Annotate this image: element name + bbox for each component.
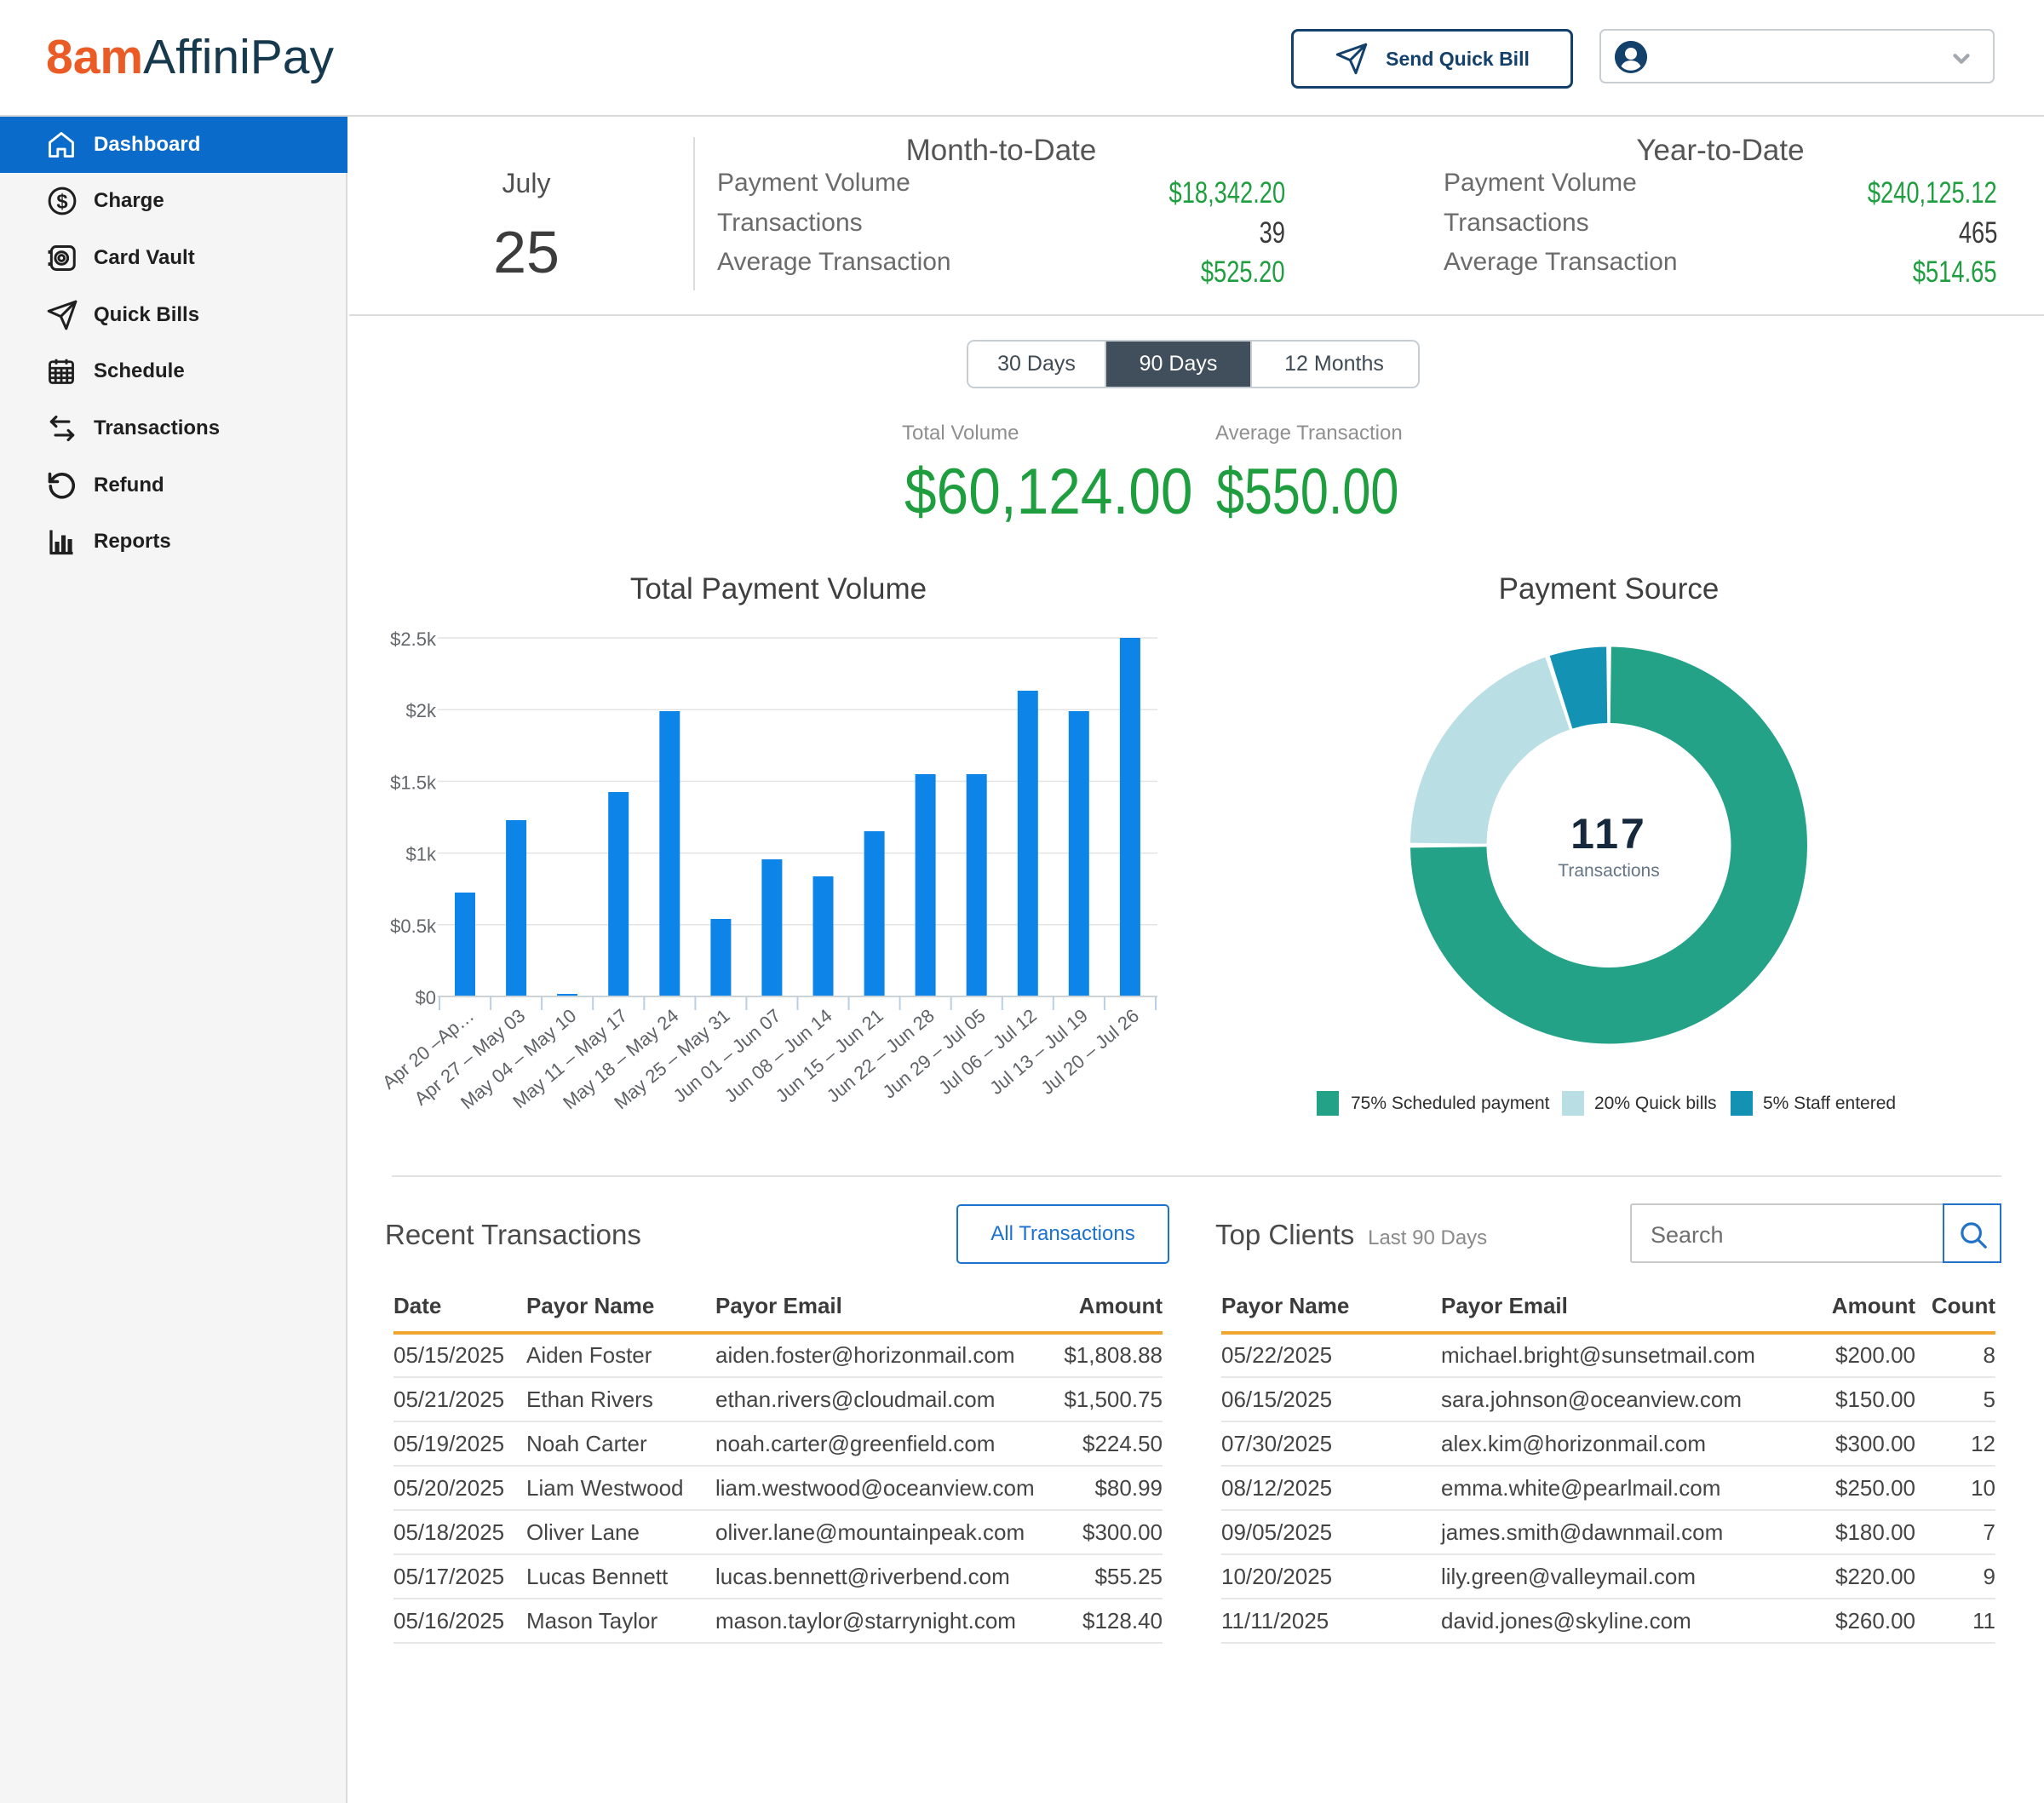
svg-text:Total Payment Volume: Total Payment Volume xyxy=(630,572,927,606)
svg-text:$1.5k: $1.5k xyxy=(390,772,437,793)
svg-text:$1k: $1k xyxy=(406,844,437,865)
svg-text:$: $ xyxy=(56,190,67,213)
svg-text:75% Scheduled payment: 75% Scheduled payment xyxy=(1351,1094,1550,1113)
svg-text:Transactions: Transactions xyxy=(1558,861,1659,881)
svg-text:$2.5k: $2.5k xyxy=(390,629,437,650)
svg-text:$2k: $2k xyxy=(406,700,437,721)
svg-text:$0.5k: $0.5k xyxy=(390,916,437,937)
svg-text:117: 117 xyxy=(1570,810,1647,858)
svg-text:Payment Source: Payment Source xyxy=(1499,572,1720,606)
svg-text:5% Staff entered: 5% Staff entered xyxy=(1763,1094,1896,1113)
svg-text:$0: $0 xyxy=(416,987,436,1008)
svg-text:20% Quick bills: 20% Quick bills xyxy=(1594,1094,1717,1113)
